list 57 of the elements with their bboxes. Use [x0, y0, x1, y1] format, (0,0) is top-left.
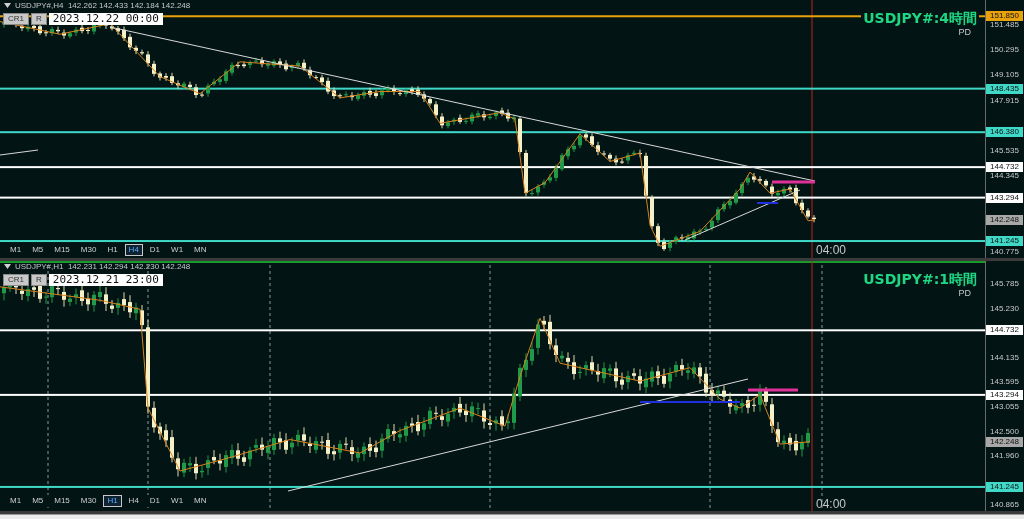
- support-marker[interactable]: [757, 202, 778, 204]
- chart-button[interactable]: R: [31, 13, 47, 25]
- price-level-line[interactable]: [0, 166, 985, 169]
- price-tag: 143.294: [986, 192, 1023, 203]
- price-tag: 141.245: [986, 481, 1023, 492]
- support-marker[interactable]: [640, 401, 740, 403]
- price-axis-label: 150.295: [990, 44, 1019, 54]
- price-axis-label: 145.785: [990, 278, 1019, 288]
- chart-header: USDJPY#,H1 142.231 142.294 142.230 142.248: [15, 262, 191, 271]
- price-tag: 142.248: [986, 214, 1023, 225]
- chart-subtitle: PD: [958, 288, 971, 298]
- price-tag: 146.380: [986, 127, 1023, 138]
- price-level-line[interactable]: [0, 485, 985, 488]
- chart-title: USDJPY#:1時間: [861, 271, 979, 289]
- price-level-line[interactable]: [0, 131, 985, 134]
- date-field[interactable]: 2023.12.22 00:00: [48, 13, 163, 25]
- chart-button[interactable]: CR1: [3, 13, 29, 25]
- price-axis-label: 144.135: [990, 352, 1019, 362]
- price-axis-label: 145.230: [990, 303, 1019, 313]
- trend-line[interactable]: [109, 26, 816, 182]
- price-axis-label: 144.345: [990, 170, 1019, 180]
- chart-header: USDJPY#,H4 142.262 142.433 142.184 142.248: [15, 1, 191, 10]
- timeframe-button[interactable]: H4: [124, 244, 143, 256]
- price-tag: 151.850: [986, 11, 1023, 22]
- price-axis-label: 143.055: [990, 401, 1019, 411]
- price-axis-label: 140.865: [990, 499, 1019, 509]
- chart-button[interactable]: CR1: [3, 274, 29, 286]
- resistance-marker[interactable]: [748, 388, 798, 392]
- time-label: 04:00: [816, 497, 847, 511]
- price-axis-label: 140.775: [990, 246, 1019, 256]
- resistance-marker[interactable]: [772, 180, 815, 184]
- price-tag: 144.732: [986, 162, 1023, 173]
- price-axis-label: 143.595: [990, 376, 1019, 386]
- trend-line[interactable]: [287, 378, 749, 492]
- timeframe-button[interactable]: H1: [103, 495, 122, 507]
- chart-subtitle: PD: [958, 27, 971, 37]
- trend-line[interactable]: [0, 149, 39, 156]
- chart-title: USDJPY#:4時間: [861, 10, 979, 28]
- price-tag: 144.732: [986, 325, 1023, 336]
- price-axis-label: 149.105: [990, 69, 1019, 79]
- price-axis-label: 142.500: [990, 426, 1019, 436]
- price-axis-label: 145.535: [990, 145, 1019, 155]
- price-level-line[interactable]: [0, 393, 985, 396]
- price-tag: 142.248: [986, 436, 1023, 447]
- price-tag: 143.294: [986, 389, 1023, 400]
- price-tag: 141.245: [986, 236, 1023, 247]
- trend-line[interactable]: [684, 189, 801, 241]
- price-level-line[interactable]: [0, 240, 985, 243]
- price-tag: 148.435: [986, 83, 1023, 94]
- chart-button[interactable]: R: [31, 274, 47, 286]
- date-field[interactable]: 2023.12.21 23:00: [48, 274, 163, 286]
- price-level-line[interactable]: [0, 329, 985, 332]
- price-axis-label: 151.485: [990, 19, 1019, 29]
- time-label: 04:00: [816, 243, 847, 257]
- price-axis-label: 147.915: [990, 95, 1019, 105]
- price-axis-label: 141.960: [990, 450, 1019, 460]
- dropdown-caret-icon[interactable]: [4, 3, 11, 8]
